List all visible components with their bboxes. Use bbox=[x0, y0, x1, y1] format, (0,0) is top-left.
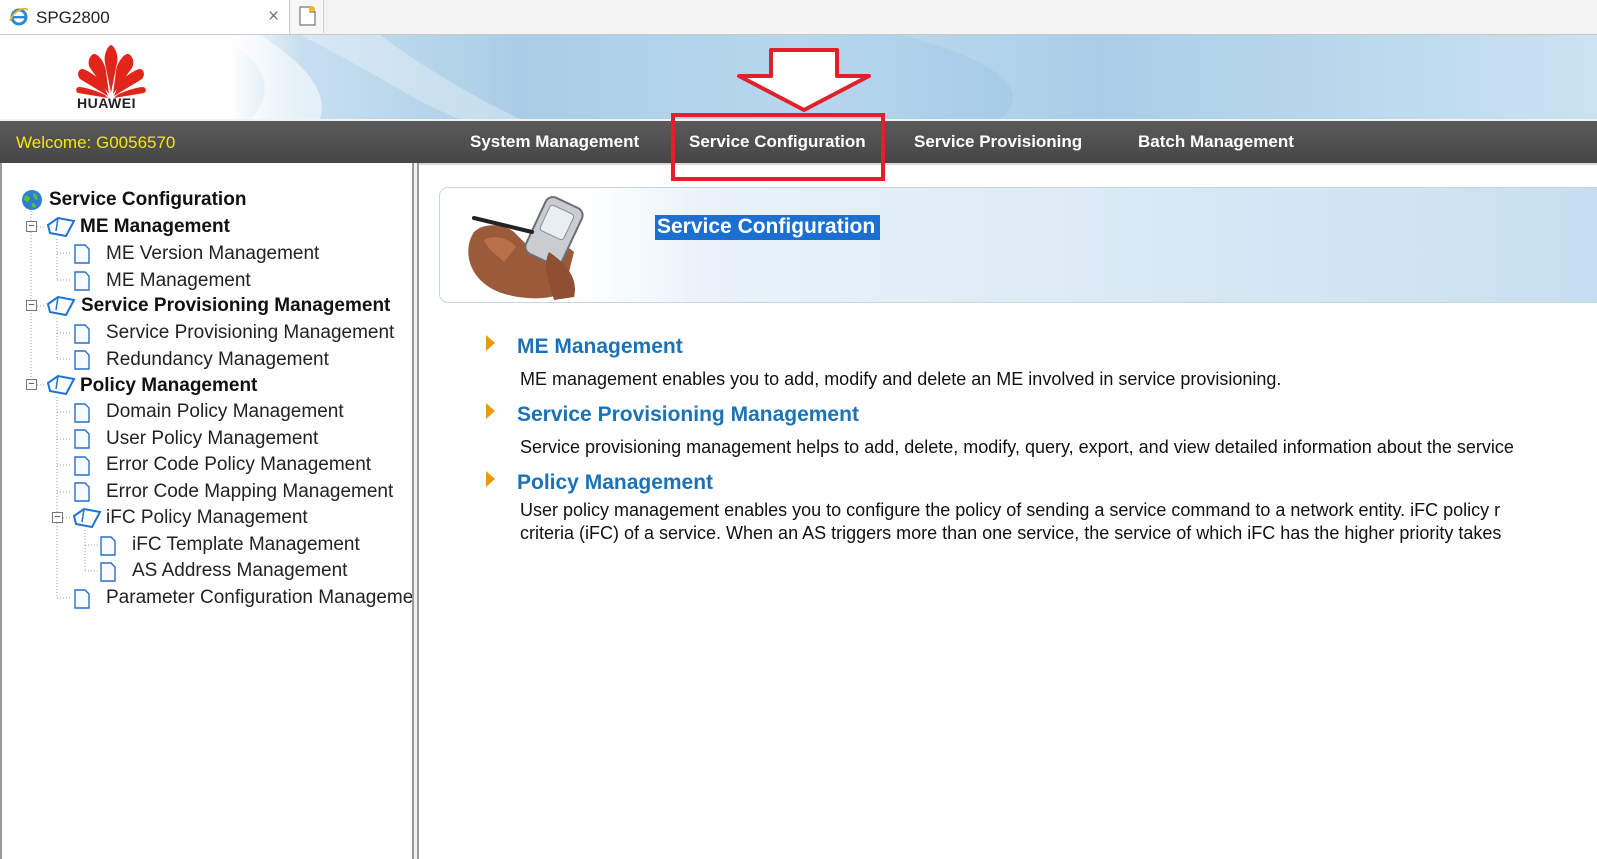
document-icon bbox=[74, 429, 90, 449]
document-icon bbox=[74, 244, 90, 264]
document-icon bbox=[74, 589, 90, 609]
section-description: Service provisioning management helps to… bbox=[520, 437, 1514, 457]
document-icon bbox=[74, 350, 90, 370]
bullet-arrow-icon bbox=[486, 403, 495, 419]
new-tab-icon bbox=[299, 6, 316, 26]
tree-item-user-policy-management[interactable]: User Policy Management bbox=[106, 428, 318, 450]
section-description: User policy management enables you to co… bbox=[520, 500, 1501, 520]
tree-item-service-provisioning-management[interactable]: Service Provisioning Management bbox=[106, 322, 394, 344]
link-me-management[interactable]: ME Management bbox=[517, 335, 683, 359]
link-service-provisioning-management[interactable]: Service Provisioning Management bbox=[517, 403, 859, 427]
close-tab-icon[interactable]: × bbox=[268, 6, 279, 28]
open-book-icon bbox=[46, 216, 76, 238]
collapse-toggle-icon[interactable]: − bbox=[26, 221, 37, 232]
annotation-arrow-icon bbox=[737, 48, 871, 112]
nav-batch-management[interactable]: Batch Management bbox=[1138, 132, 1294, 152]
document-icon bbox=[74, 456, 90, 476]
tree-item-error-code-policy-management[interactable]: Error Code Policy Management bbox=[106, 454, 371, 476]
tree-item-me-management[interactable]: ME Management bbox=[106, 270, 251, 292]
welcome-user-label: Welcome: G0056570 bbox=[16, 133, 176, 152]
tree-group-policy-management[interactable]: Policy Management bbox=[80, 375, 257, 397]
open-book-icon bbox=[72, 507, 102, 529]
annotation-highlight-box bbox=[671, 113, 885, 181]
tree-group-service-provisioning-management[interactable]: Service Provisioning Management bbox=[81, 295, 390, 317]
collapse-toggle-icon[interactable]: − bbox=[52, 512, 63, 523]
tree-root-service-configuration[interactable]: Service Configuration bbox=[49, 189, 246, 211]
navigation-tree-panel: Service Configuration − ME Management ME… bbox=[0, 163, 414, 859]
tree-item-ifc-template-management[interactable]: iFC Template Management bbox=[132, 534, 360, 556]
open-book-icon bbox=[46, 374, 76, 396]
new-tab-button[interactable] bbox=[292, 0, 324, 33]
tree-group-ifc-policy-management[interactable]: iFC Policy Management bbox=[106, 507, 308, 529]
document-icon bbox=[74, 482, 90, 502]
browser-tab-strip: SPG2800 × bbox=[0, 0, 1597, 35]
document-icon bbox=[100, 562, 116, 582]
panel-splitter[interactable] bbox=[414, 163, 419, 859]
browser-tab-title: SPG2800 bbox=[36, 8, 110, 27]
nav-service-provisioning[interactable]: Service Provisioning bbox=[914, 132, 1082, 152]
tree-group-me-management[interactable]: ME Management bbox=[80, 216, 230, 238]
tree-item-domain-policy-management[interactable]: Domain Policy Management bbox=[106, 401, 344, 423]
content-header-card: Service Configuration bbox=[439, 187, 1597, 303]
tree-item-redundancy-management[interactable]: Redundancy Management bbox=[106, 349, 329, 371]
document-icon bbox=[74, 403, 90, 423]
globe-icon bbox=[22, 190, 42, 210]
tree-item-error-code-mapping-management[interactable]: Error Code Mapping Management bbox=[106, 481, 393, 503]
link-policy-management[interactable]: Policy Management bbox=[517, 471, 713, 495]
section-description: ME management enables you to add, modify… bbox=[520, 369, 1282, 389]
logo-wordmark: HUAWEI bbox=[77, 95, 136, 111]
bullet-arrow-icon bbox=[486, 335, 495, 351]
tree-item-me-version-management[interactable]: ME Version Management bbox=[106, 243, 319, 265]
internet-explorer-icon bbox=[9, 7, 29, 26]
collapse-toggle-icon[interactable]: − bbox=[26, 379, 37, 390]
document-icon bbox=[74, 271, 90, 291]
browser-tab[interactable]: SPG2800 × bbox=[0, 0, 290, 34]
nav-system-management[interactable]: System Management bbox=[470, 132, 639, 152]
hand-with-pda-image bbox=[468, 196, 584, 300]
document-icon bbox=[74, 324, 90, 344]
page-title: Service Configuration bbox=[655, 215, 881, 240]
collapse-toggle-icon[interactable]: − bbox=[26, 300, 37, 311]
tree-item-as-address-management[interactable]: AS Address Management bbox=[132, 560, 347, 582]
bullet-arrow-icon bbox=[486, 471, 495, 487]
open-book-icon bbox=[46, 295, 76, 317]
section-description: criteria (iFC) of a service. When an AS … bbox=[520, 523, 1502, 543]
tree-item-parameter-configuration-management[interactable]: Parameter Configuration Manageme bbox=[106, 587, 412, 609]
document-icon bbox=[100, 536, 116, 556]
